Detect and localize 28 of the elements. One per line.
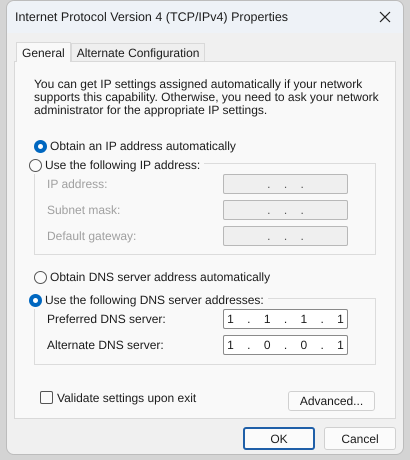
field-label: IP address: — [47, 176, 108, 193]
radio-button[interactable] — [29, 294, 42, 306]
radio-label[interactable]: Obtain DNS server address automatically — [50, 268, 270, 286]
ip-address-field: . . . — [223, 226, 348, 246]
field-label: Subnet mask: — [47, 202, 122, 219]
field-label: Alternate DNS server: — [47, 337, 165, 354]
dialog-button[interactable]: Cancel — [324, 427, 396, 450]
radio-button[interactable] — [29, 158, 42, 172]
advanced-button[interactable]: Advanced... — [288, 391, 375, 411]
radio-label[interactable]: Use the following IP address: — [45, 156, 200, 174]
ip-address-field: . . . — [223, 200, 348, 220]
radio-button[interactable] — [34, 270, 47, 284]
description-text: You can get IP settings assigned automatically if your network supports this capability. Otherwise, you need to ask your network administrator for the appropriate IP settings. — [34, 78, 380, 117]
radio-label[interactable]: Obtain an IP address automatically — [50, 137, 236, 155]
checkbox-label[interactable]: Validate settings upon exit — [57, 388, 196, 406]
field-label: Preferred DNS server: — [47, 311, 167, 328]
tab[interactable]: General — [16, 42, 71, 62]
radio-button[interactable] — [34, 140, 47, 152]
dialog-button[interactable]: OK — [243, 427, 315, 450]
window-title: Internet Protocol Version 4 (TCP/IPv4) Properties — [15, 8, 290, 26]
ip-address-field[interactable]: 1 . 0 . 0 . 1 — [223, 335, 348, 355]
radio-label[interactable]: Use the following DNS server addresses: — [45, 291, 264, 309]
ip-address-field: . . . — [223, 174, 348, 194]
checkbox[interactable] — [40, 391, 53, 404]
field-label: Default gateway: — [47, 228, 138, 245]
close-icon[interactable] — [379, 11, 391, 23]
tab[interactable]: Alternate Configuration — [70, 43, 206, 61]
ip-address-field[interactable]: 1 . 1 . 1 . 1 — [223, 309, 348, 329]
